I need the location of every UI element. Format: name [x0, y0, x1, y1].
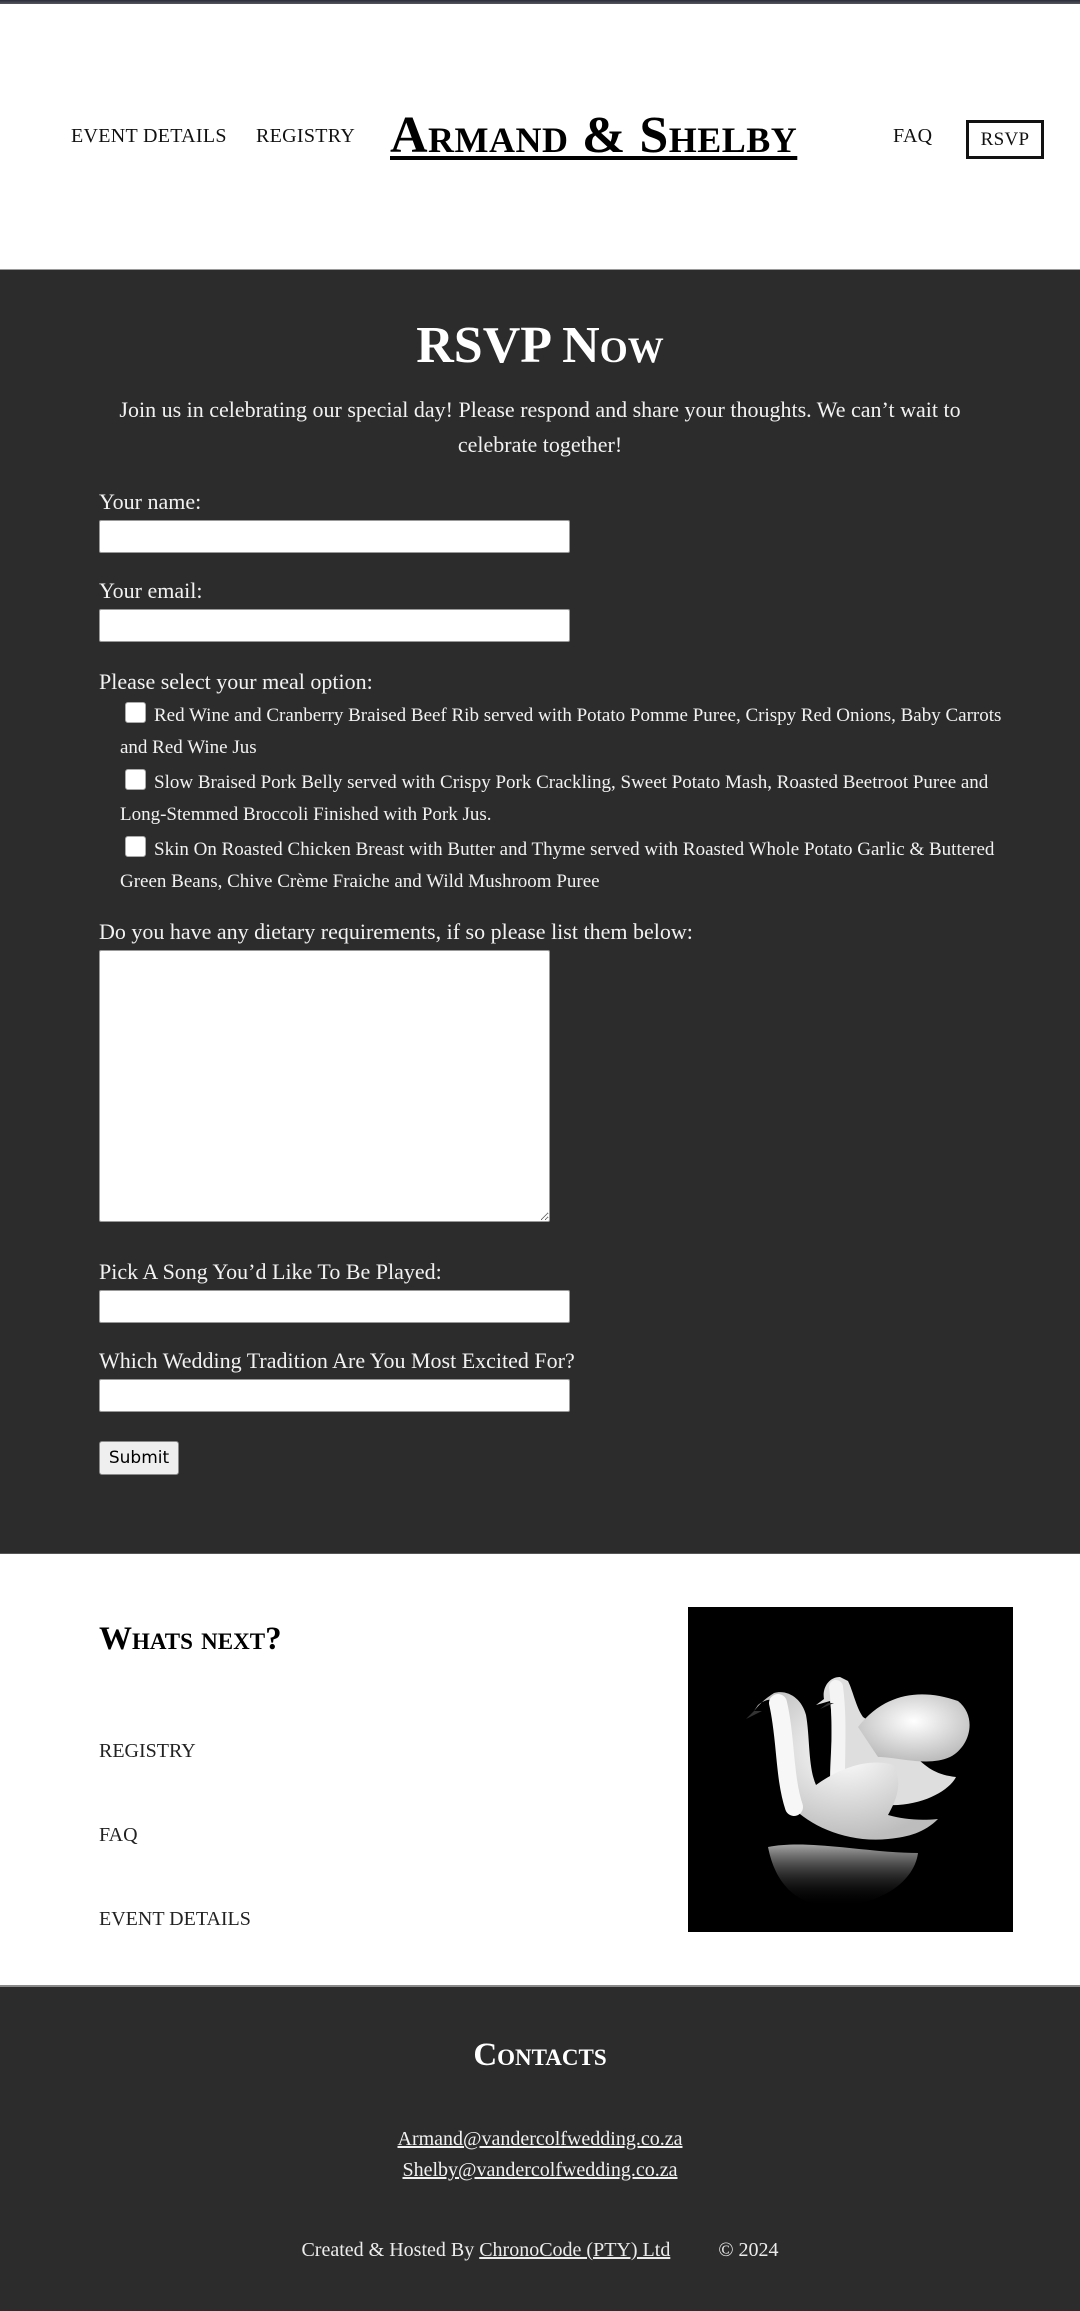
- rsvp-intro: Join us in celebrating our special day! …: [119, 397, 961, 457]
- rsvp-form: Your name: Your email: Please select you…: [99, 488, 1019, 1475]
- whats-next-title: Whats next?: [99, 1621, 282, 1657]
- diet-label: Do you have any dietary requirements, if…: [99, 919, 693, 944]
- song-label: Pick A Song You’d Like To Be Played:: [99, 1259, 442, 1284]
- nav-event-details[interactable]: EVENT DETAILS: [71, 125, 227, 148]
- email-input[interactable]: [99, 609, 570, 642]
- nav-faq[interactable]: FAQ: [893, 125, 932, 148]
- whats-next-link-registry[interactable]: REGISTRY: [99, 1740, 196, 1763]
- email-group: Your email:: [99, 577, 1019, 642]
- diet-group: Do you have any dietary requirements, if…: [99, 918, 1019, 1222]
- swans-image: [688, 1607, 1013, 1932]
- tradition-group: Which Wedding Tradition Are You Most Exc…: [99, 1347, 1019, 1412]
- meal-options: Red Wine and Cranberry Braised Beef Rib …: [99, 700, 1019, 898]
- meal-checkbox-chicken[interactable]: [125, 836, 146, 857]
- meal-option-chicken[interactable]: Skin On Roasted Chicken Breast with Butt…: [99, 834, 1019, 898]
- tradition-input[interactable]: [99, 1379, 570, 1412]
- song-input[interactable]: [99, 1290, 570, 1323]
- site-header: EVENT DETAILS REGISTRY Armand & Shelby F…: [0, 4, 1080, 269]
- rsvp-title: RSVP Now: [416, 317, 664, 374]
- meal-option-pork[interactable]: Slow Braised Pork Belly served with Cris…: [99, 767, 1019, 831]
- contacts-title: Contacts: [473, 2037, 607, 2073]
- nav-registry[interactable]: REGISTRY: [256, 125, 355, 148]
- song-group: Pick A Song You’d Like To Be Played:: [99, 1258, 1019, 1323]
- name-group: Your name:: [99, 488, 1019, 553]
- swans-illustration: [688, 1607, 1013, 1932]
- meal-group: Please select your meal option: Red Wine…: [99, 668, 1019, 898]
- tradition-label: Which Wedding Tradition Are You Most Exc…: [99, 1348, 575, 1373]
- meal-option-label: Skin On Roasted Chicken Breast with Butt…: [120, 839, 995, 892]
- whats-next-link-event-details[interactable]: EVENT DETAILS: [99, 1908, 251, 1931]
- name-input[interactable]: [99, 520, 570, 553]
- meal-checkbox-pork[interactable]: [125, 769, 146, 790]
- credit-company-link[interactable]: ChronoCode (PTY) Ltd: [479, 2239, 670, 2261]
- submit-button[interactable]: Submit: [99, 1441, 179, 1475]
- email-label: Your email:: [99, 578, 203, 603]
- email-link-shelby[interactable]: Shelby@vandercolfwedding.co.za: [0, 2159, 1080, 2182]
- rsvp-section: RSVP Now Join us in celebrating our spec…: [0, 269, 1080, 1553]
- credit-line: Created & Hosted By ChronoCode (PTY) Ltd…: [0, 2239, 1080, 2262]
- meal-option-label: Red Wine and Cranberry Braised Beef Rib …: [120, 705, 1002, 758]
- whats-next-link-faq[interactable]: FAQ: [99, 1824, 138, 1847]
- site-brand-title[interactable]: Armand & Shelby: [390, 106, 797, 166]
- site-footer: Contacts Armand@vandercolfwedding.co.za …: [0, 1985, 1080, 2311]
- meal-option-beef[interactable]: Red Wine and Cranberry Braised Beef Rib …: [99, 700, 1019, 764]
- meal-checkbox-beef[interactable]: [125, 702, 146, 723]
- credit-prefix: Created & Hosted By: [301, 2239, 480, 2261]
- copyright-text: © 2024: [718, 2239, 779, 2261]
- email-link-armand[interactable]: Armand@vandercolfwedding.co.za: [0, 2128, 1080, 2151]
- whats-next-section: Whats next? REGISTRY FAQ EVENT DETAILS: [0, 1553, 1080, 1985]
- diet-textarea[interactable]: [99, 950, 550, 1222]
- name-label: Your name:: [99, 489, 202, 514]
- meal-option-label: Slow Braised Pork Belly served with Cris…: [120, 772, 989, 825]
- nav-rsvp-button[interactable]: RSVP: [966, 120, 1044, 159]
- meal-label: Please select your meal option:: [99, 669, 373, 694]
